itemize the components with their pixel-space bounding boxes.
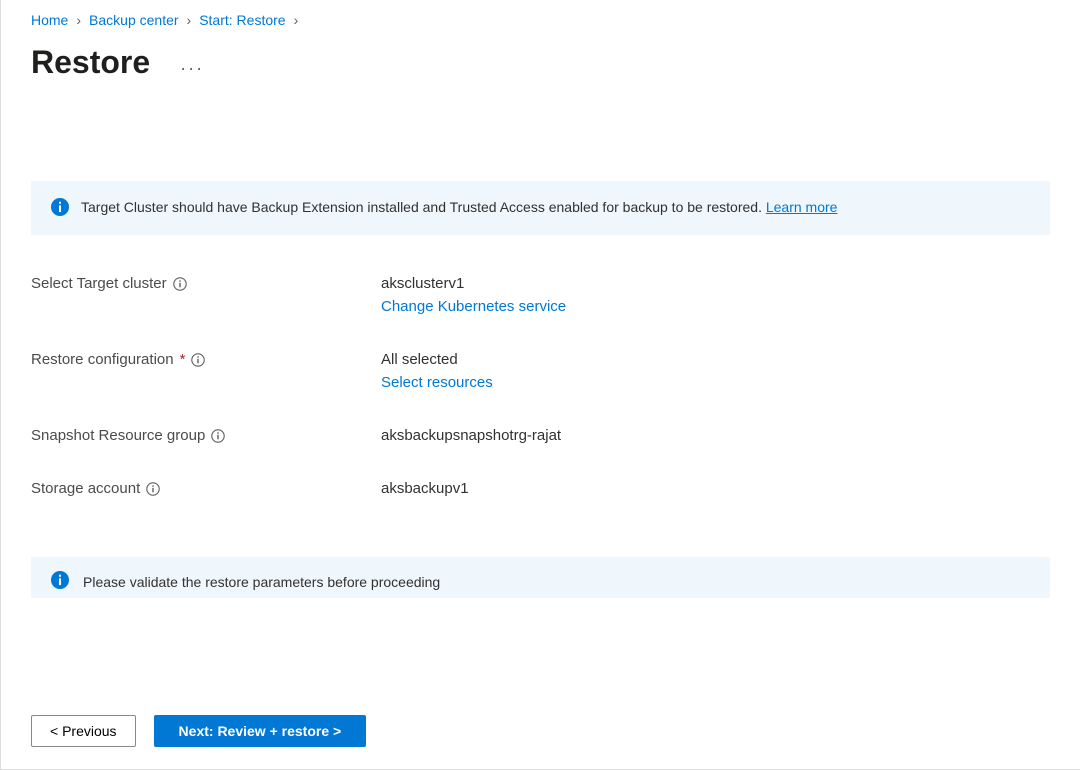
value-target-cluster: aksclusterv1 [381, 275, 566, 292]
page-title: Restore [31, 44, 150, 81]
info-icon [51, 198, 69, 219]
info-circle-icon[interactable] [146, 482, 160, 496]
info-icon [51, 571, 69, 592]
info-text: Target Cluster should have Backup Extens… [81, 199, 766, 215]
field-snapshot-rg: Snapshot Resource group aksbackupsnapsho… [31, 427, 1050, 444]
breadcrumb-start-restore[interactable]: Start: Restore [199, 12, 285, 28]
breadcrumb: Home › Backup center › Start: Restore › [31, 12, 1050, 28]
field-target-cluster: Select Target cluster aksclusterv1 Chang… [31, 275, 1050, 315]
chevron-right-icon: › [294, 12, 299, 28]
label-target-cluster: Select Target cluster [31, 275, 167, 292]
label-storage-account: Storage account [31, 480, 140, 497]
action-select-resources[interactable]: Select resources [381, 374, 493, 391]
info-bar-validate: Please validate the restore parameters b… [31, 557, 1050, 598]
info-bar-extension: Target Cluster should have Backup Extens… [31, 181, 1050, 235]
value-storage-account: aksbackupv1 [381, 480, 469, 497]
info-circle-icon[interactable] [191, 353, 205, 367]
chevron-right-icon: › [76, 12, 81, 28]
footer-buttons: < Previous Next: Review + restore > [31, 715, 366, 747]
learn-more-link[interactable]: Learn more [766, 199, 838, 215]
value-restore-config: All selected [381, 351, 493, 368]
breadcrumb-backup-center[interactable]: Backup center [89, 12, 179, 28]
info-circle-icon[interactable] [173, 277, 187, 291]
previous-button[interactable]: < Previous [31, 715, 136, 747]
required-icon: * [180, 351, 186, 368]
label-restore-config: Restore configuration [31, 351, 174, 368]
action-change-k8s[interactable]: Change Kubernetes service [381, 298, 566, 315]
more-actions-icon[interactable]: ··· [180, 58, 204, 79]
field-storage-account: Storage account aksbackupv1 [31, 480, 1050, 497]
value-snapshot-rg: aksbackupsnapshotrg-rajat [381, 427, 561, 444]
label-snapshot-rg: Snapshot Resource group [31, 427, 205, 444]
info-circle-icon[interactable] [211, 429, 225, 443]
next-review-restore-button[interactable]: Next: Review + restore > [154, 715, 367, 747]
validate-text: Please validate the restore parameters b… [83, 574, 440, 590]
breadcrumb-home[interactable]: Home [31, 12, 68, 28]
chevron-right-icon: › [187, 12, 192, 28]
field-restore-config: Restore configuration * All selected Sel… [31, 351, 1050, 391]
